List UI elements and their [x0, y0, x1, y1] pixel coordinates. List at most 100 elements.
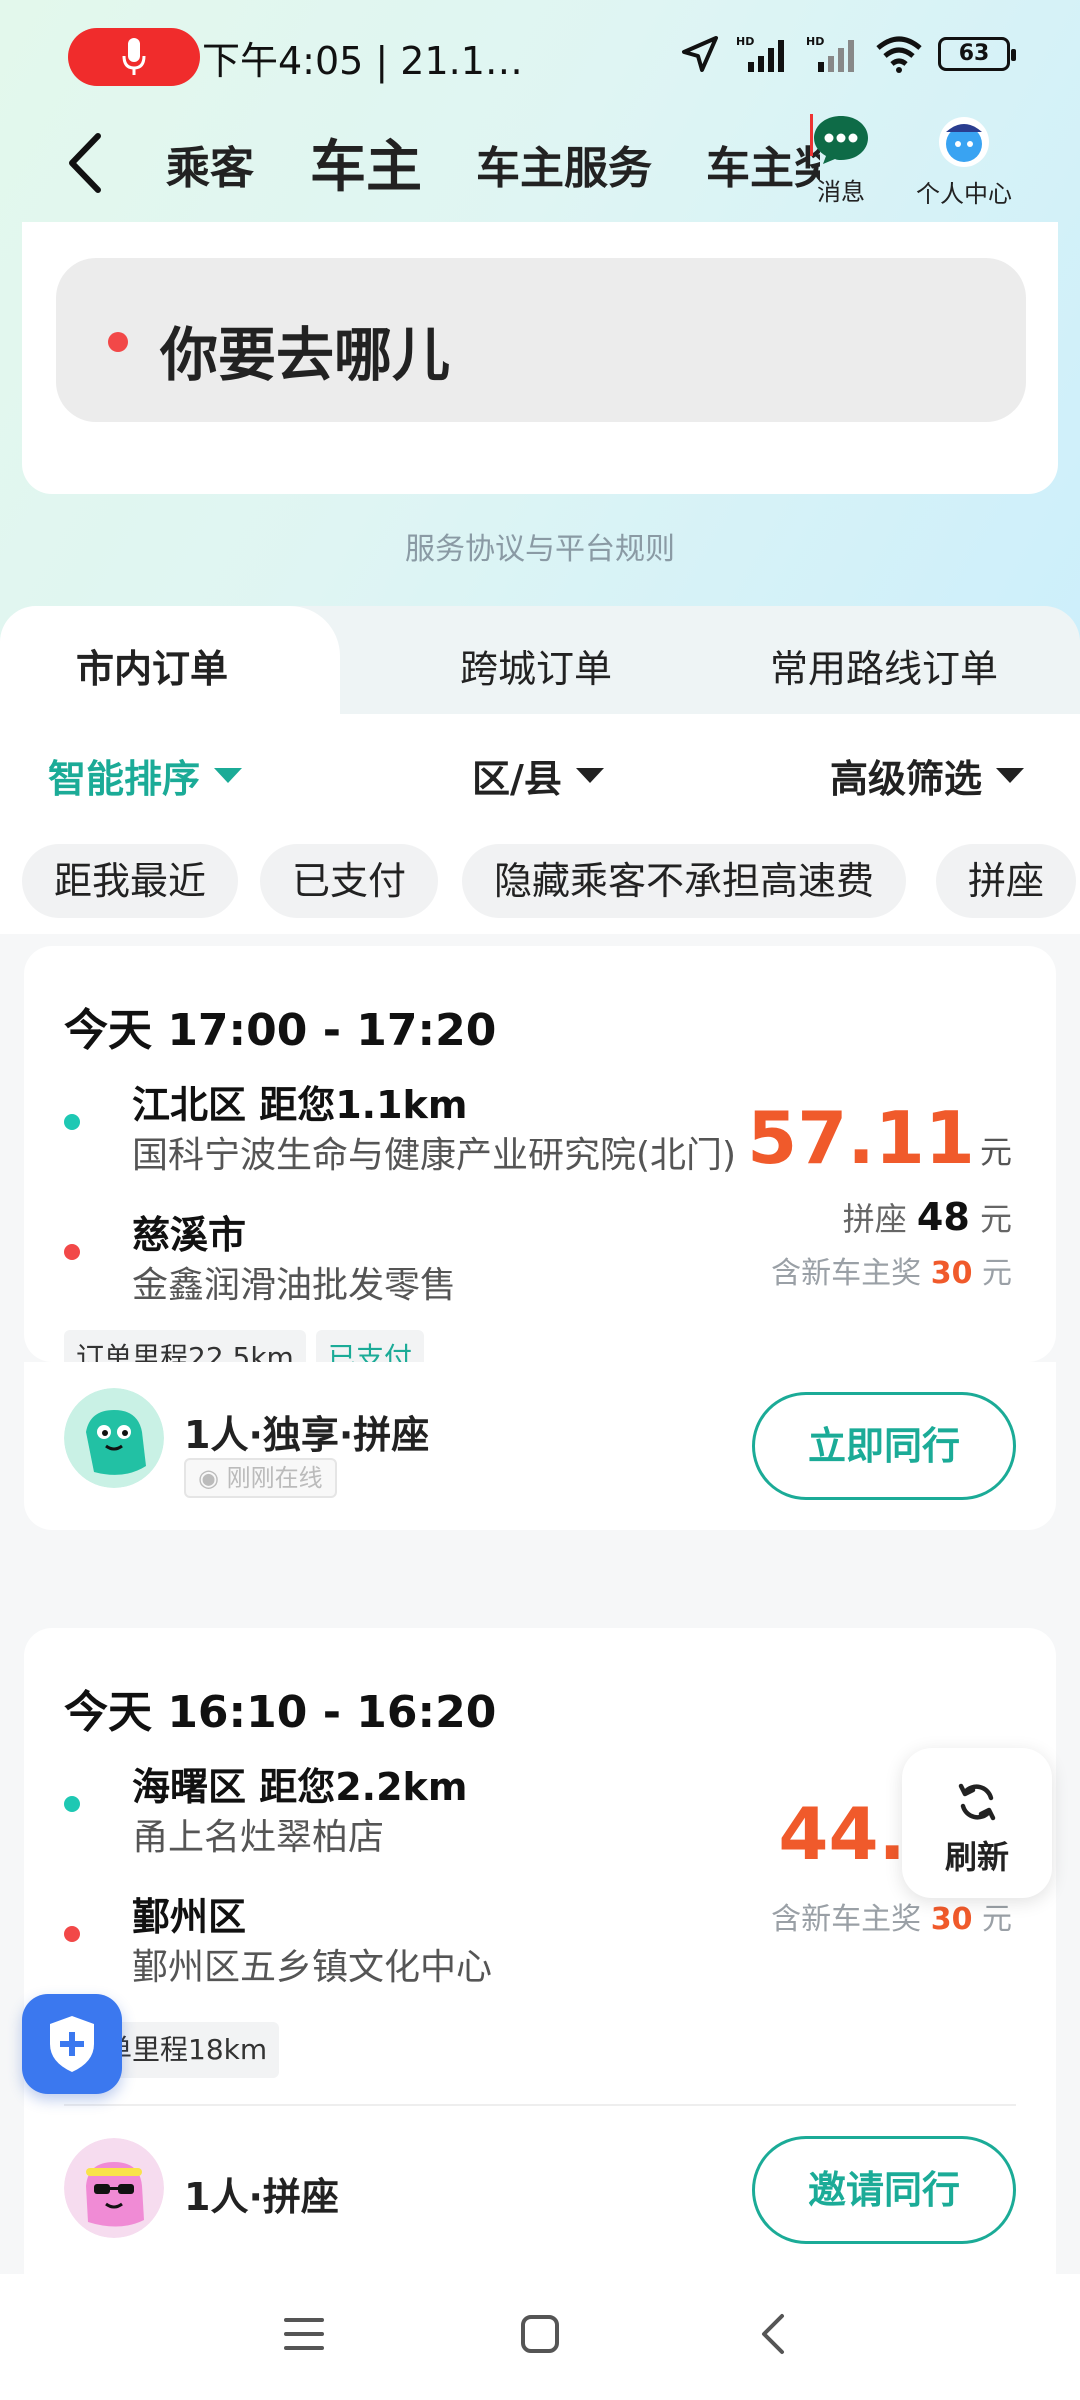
refresh-icon — [958, 1783, 996, 1821]
paid-tag: 已支付 — [316, 1330, 425, 1362]
shield-icon — [50, 2016, 94, 2072]
passenger-avatar — [64, 1388, 164, 1488]
advanced-filter-dropdown[interactable]: 高级筛选 — [830, 748, 1025, 803]
distance-tag: 订单里程22.5km — [64, 1330, 306, 1362]
order-type-tabs: 市内订单 跨城订单 常用路线订单 — [0, 606, 1080, 714]
tab-intercity-orders[interactable]: 跨城订单 — [460, 638, 612, 693]
chip-nearest[interactable]: 距我最近 — [22, 844, 239, 918]
new-driver-reward: 含新车主奖 30 元 — [771, 1894, 1012, 1938]
hd-label-1: HD — [736, 35, 754, 48]
origin-title: 江北区 距您1.1km — [132, 1083, 468, 1127]
origin-dot — [64, 1114, 80, 1130]
status-bar: 下午4:05 | 21.1… HD HD 63 — [0, 0, 1080, 110]
destination-dot — [64, 1244, 80, 1260]
quick-filter-chips: 距我最近 已支付 隐藏乘客不承担高速费 拼座 — [0, 824, 1080, 934]
top-nav: 乘客 车主 车主服务 车主奖 消息 个人中心 — [0, 110, 1080, 220]
order-card-passenger: 1人·独享·拼座 ◉ 刚刚在线 立即同行 — [24, 1364, 1056, 1530]
wifi-icon — [876, 36, 922, 73]
back-arrow-icon[interactable] — [60, 128, 110, 198]
reward-unit: 元 — [982, 1256, 1012, 1291]
online-status-label: 刚刚在线 — [226, 1464, 323, 1492]
passenger-info: 1人·拼座 — [184, 2175, 339, 2219]
message-bubble-icon — [814, 116, 868, 164]
filter-bar: 智能排序 区/县 高级筛选 — [0, 714, 1080, 824]
tab-driver-service[interactable]: 车主服务 — [476, 132, 652, 196]
status-icons: HD HD 63 — [680, 34, 1016, 74]
home-icon[interactable] — [520, 2314, 560, 2354]
invite-button[interactable]: 邀请同行 — [752, 2136, 1016, 2244]
order-price: 57.11 元 — [747, 1096, 1012, 1180]
tab-route-orders[interactable]: 常用路线订单 — [770, 638, 998, 693]
origin-address: 国科宁波生命与健康产业研究院(北门) — [132, 1135, 737, 1176]
rules-link[interactable]: 服务协议与平台规则 — [0, 524, 1080, 568]
shared-price: 拼座 48 元 — [843, 1194, 1012, 1240]
online-status: ◉ 刚刚在线 — [184, 1458, 337, 1498]
profile-label: 个人中心 — [916, 180, 1012, 208]
microphone-icon — [122, 38, 146, 75]
hd-label-2: HD — [806, 35, 824, 48]
reward-unit: 元 — [982, 1902, 1012, 1937]
tab-driver[interactable]: 车主 — [304, 122, 428, 203]
tab-driver-label: 车主 — [310, 135, 422, 200]
price-value: 57.11 — [747, 1096, 975, 1180]
new-driver-reward: 含新车主奖 30 元 — [771, 1248, 1012, 1292]
destination-address: 鄞州区五乡镇文化中心 — [132, 1947, 493, 1988]
passenger-avatar — [64, 2138, 164, 2238]
shared-label: 拼座 — [842, 1200, 907, 1238]
passenger-info: 1人·独享·拼座 — [184, 1413, 430, 1457]
messages-button[interactable]: 消息 — [806, 110, 876, 207]
shared-price-value: 48 — [916, 1195, 970, 1239]
profile-button[interactable]: 个人中心 — [906, 110, 1022, 209]
profile-avatar-icon — [939, 117, 989, 167]
sort-dropdown[interactable]: 智能排序 — [48, 748, 243, 803]
sort-label: 智能排序 — [48, 757, 201, 801]
safety-shield-button[interactable] — [22, 1994, 122, 2094]
tab-city-orders[interactable]: 市内订单 — [76, 638, 228, 693]
signal-icon: HD — [736, 35, 784, 72]
destination-card: 你要去哪儿 — [22, 222, 1058, 494]
join-now-button[interactable]: 立即同行 — [752, 1392, 1016, 1500]
district-label: 区/县 — [472, 757, 562, 801]
chip-hide-no-toll[interactable]: 隐藏乘客不承担高速费 — [462, 844, 907, 918]
back-icon[interactable] — [758, 2312, 788, 2356]
reward-value: 30 — [930, 1256, 973, 1291]
system-nav-bar — [0, 2274, 1080, 2400]
online-dot-icon: ◉ — [198, 1464, 227, 1492]
menu-icon[interactable] — [282, 2314, 326, 2354]
destination-title: 慈溪市 — [132, 1213, 247, 1257]
order-time: 今天 17:00 - 17:20 — [64, 1005, 497, 1056]
refresh-button[interactable]: 刷新 — [902, 1748, 1052, 1898]
refresh-label: 刷新 — [944, 1838, 1009, 1876]
destination-dot — [108, 332, 128, 352]
order-list-area: 智能排序 区/县 高级筛选 距我最近 已支付 隐藏乘客不承担高速费 拼座 今天 … — [0, 714, 1080, 2274]
destination-dot — [64, 1926, 80, 1942]
destination-input[interactable]: 你要去哪儿 — [56, 258, 1026, 422]
advanced-filter-label: 高级筛选 — [830, 757, 983, 801]
location-arrow-icon — [682, 36, 718, 72]
tab-overflow-clip: 车主奖 — [700, 110, 820, 220]
order-card[interactable]: 今天 17:00 - 17:20 江北区 距您1.1km 国科宁波生命与健康产业… — [24, 946, 1056, 1362]
district-dropdown[interactable]: 区/县 — [472, 748, 604, 803]
battery-indicator: 63 — [938, 37, 1016, 71]
origin-address: 甬上名灶翠柏店 — [132, 1817, 385, 1858]
order-card[interactable]: 今天 16:10 - 16:20 海曙区 距您2.2km 甬上名灶翠柏店 鄞州区… — [24, 1628, 1056, 2274]
chevron-down-icon — [996, 768, 1025, 783]
reward-value: 30 — [930, 1902, 973, 1937]
recording-indicator[interactable] — [68, 28, 200, 86]
tab-passenger[interactable]: 乘客 — [166, 132, 254, 196]
messages-label: 消息 — [817, 178, 865, 206]
chevron-down-icon — [575, 768, 604, 783]
shared-price-unit: 元 — [979, 1200, 1012, 1238]
reward-prefix: 含新车主奖 — [771, 1256, 922, 1291]
price-unit: 元 — [979, 1133, 1012, 1171]
order-time: 今天 16:10 - 16:20 — [64, 1687, 497, 1738]
tab-driver-reward[interactable]: 车主奖 — [706, 132, 820, 196]
signal-icon-2: HD — [806, 35, 854, 72]
chip-carpool[interactable]: 拼座 — [936, 844, 1077, 918]
origin-dot — [64, 1796, 80, 1812]
card-divider — [64, 2104, 1016, 2106]
reward-prefix: 含新车主奖 — [771, 1902, 922, 1937]
destination-placeholder: 你要去哪儿 — [160, 321, 451, 389]
origin-title: 海曙区 距您2.2km — [132, 1765, 468, 1809]
chip-paid[interactable]: 已支付 — [260, 844, 439, 918]
